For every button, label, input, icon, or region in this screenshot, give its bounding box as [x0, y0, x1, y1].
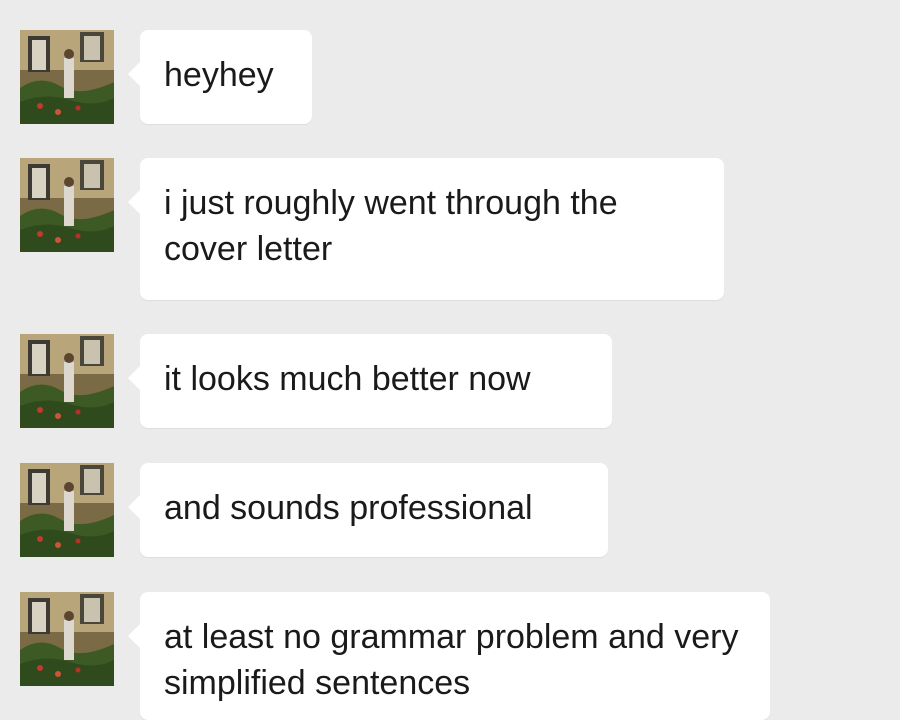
message-text: heyhey — [164, 56, 274, 94]
sender-avatar[interactable] — [20, 158, 114, 252]
user-avatar-icon — [20, 334, 114, 428]
message-bubble[interactable]: i just roughly went through the cover le… — [128, 158, 724, 300]
user-avatar-icon — [20, 30, 114, 124]
sender-avatar[interactable] — [20, 463, 114, 557]
chat-message-list[interactable]: heyhey i just roughly went through the c… — [0, 0, 900, 720]
message-text: and sounds professional — [164, 489, 533, 527]
sender-avatar[interactable] — [20, 592, 114, 686]
sender-avatar[interactable] — [20, 334, 114, 428]
message-bubble[interactable]: it looks much better now — [128, 334, 612, 428]
message-bubble[interactable]: and sounds professional — [128, 463, 608, 557]
message-text: at least no grammar problem and very sim… — [164, 618, 739, 702]
user-avatar-icon — [20, 158, 114, 252]
message-bubble[interactable]: at least no grammar problem and very sim… — [128, 592, 770, 720]
message-bubble[interactable]: heyhey — [128, 30, 312, 124]
user-avatar-icon — [20, 463, 114, 557]
sender-avatar[interactable] — [20, 30, 114, 124]
message-text: it looks much better now — [164, 360, 531, 398]
user-avatar-icon — [20, 592, 114, 686]
message-text: i just roughly went through the cover le… — [164, 184, 618, 268]
